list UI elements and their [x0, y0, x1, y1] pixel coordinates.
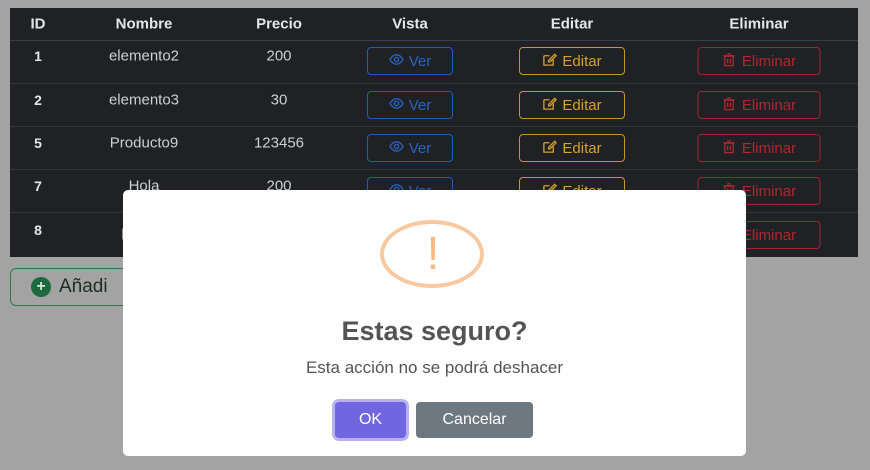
dialog-title: Estas seguro? [341, 316, 528, 346]
eye-icon [388, 96, 404, 115]
edit-button[interactable]: Editar [519, 91, 625, 119]
warning-mark: ! [426, 227, 440, 279]
dialog-text: Esta acción no se podrá deshacer [305, 358, 564, 377]
edit-button-label: Editar [562, 139, 602, 157]
delete-button-label: Eliminar [741, 182, 797, 200]
eye-icon [388, 52, 404, 71]
row-id: 5 [34, 135, 42, 151]
edit-button-label: Editar [562, 52, 602, 70]
row-price: 123456 [253, 134, 305, 152]
row-id: 8 [34, 222, 42, 238]
table-row: 1 elemento2 200 Ver Editar Eliminar [10, 40, 858, 84]
view-button[interactable]: Ver [367, 134, 453, 162]
table-row: 5 Producto9 123456 Ver Editar Eliminar [10, 126, 858, 170]
delete-button-label: Eliminar [741, 226, 797, 244]
pencil-square-icon [542, 139, 558, 158]
pencil-square-icon [542, 52, 558, 71]
header-view: Vista [392, 15, 428, 33]
delete-button-label: Eliminar [741, 52, 797, 70]
add-product-label: Añadi [59, 276, 108, 297]
view-button[interactable]: Ver [367, 47, 453, 75]
row-name: elemento3 [108, 91, 180, 109]
header-delete: Eliminar [729, 15, 789, 33]
row-name: elemento2 [108, 47, 180, 65]
view-button-label: Ver [408, 96, 432, 114]
header-price: Precio [256, 15, 302, 33]
confirm-button[interactable]: OK [335, 402, 406, 438]
row-price: 30 [270, 91, 288, 109]
delete-button-label: Eliminar [741, 139, 797, 157]
eye-icon [388, 139, 404, 158]
edit-button-label: Editar [562, 96, 602, 114]
pencil-square-icon [542, 96, 558, 115]
table-row: 2 elemento3 30 Ver Editar Eliminar [10, 83, 858, 127]
trash-icon [722, 52, 737, 71]
row-id: 2 [34, 92, 42, 108]
row-id: 7 [34, 178, 42, 194]
cancel-button[interactable]: Cancelar [416, 402, 533, 438]
delete-button-label: Eliminar [741, 96, 797, 114]
row-name: Producto9 [109, 134, 179, 152]
edit-button[interactable]: Editar [519, 47, 625, 75]
plus-circle-icon: + [31, 277, 51, 297]
exclamation-icon: ! [379, 219, 487, 291]
confirm-dialog: ! Estas seguro? Esta acción no se podrá … [123, 190, 746, 456]
row-id: 1 [34, 48, 42, 64]
row-price: 200 [266, 47, 292, 65]
view-button-label: Ver [408, 52, 432, 70]
header-edit: Editar [550, 15, 594, 33]
delete-button[interactable]: Eliminar [697, 91, 821, 119]
table-header: ID Nombre Precio Vista Editar Eliminar [10, 8, 858, 41]
view-button-label: Ver [408, 139, 432, 157]
trash-icon [722, 96, 737, 115]
header-name: Nombre [115, 15, 173, 33]
header-id: ID [30, 15, 46, 33]
view-button[interactable]: Ver [367, 91, 453, 119]
edit-button[interactable]: Editar [519, 134, 625, 162]
trash-icon [722, 139, 737, 158]
delete-button[interactable]: Eliminar [697, 47, 821, 75]
delete-button[interactable]: Eliminar [697, 134, 821, 162]
